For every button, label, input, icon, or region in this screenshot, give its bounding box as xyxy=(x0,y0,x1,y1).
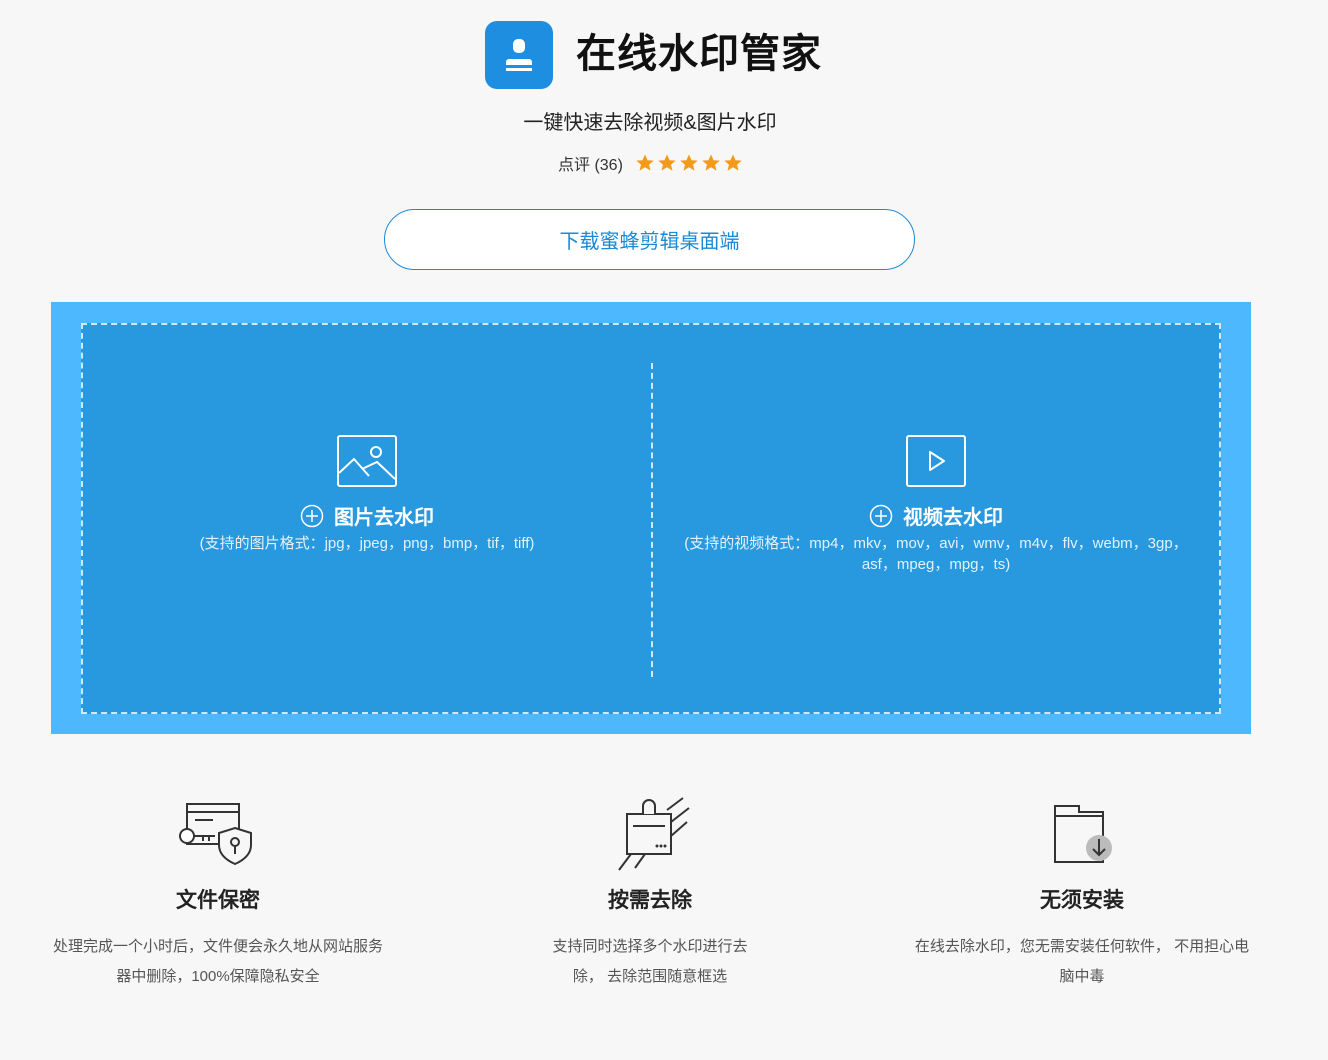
plus-circle-icon xyxy=(869,504,893,527)
video-watermark-zone[interactable]: 视频去水印 (支持的视频格式：mp4，mkv，mov，avi，wmv，m4v，f… xyxy=(653,325,1219,712)
feature-no-install: 无须安装 在线去除水印，您无需安装任何软件， 不用担心电脑中毒 xyxy=(912,796,1252,992)
feature-desc: 支持同时选择多个水印进行去除， 去除范围随意框选 xyxy=(552,938,748,985)
upload-dropzone: 图片去水印 (支持的图片格式：jpg，jpeg，png，bmp，tif，tiff… xyxy=(81,323,1221,714)
app-title: 在线水印管家 xyxy=(576,32,822,76)
page: 在线水印管家 一键快速去除视频&图片水印 点评 (36) 下载蜜蜂剪辑桌面端 图… xyxy=(0,0,1328,1060)
star-icon xyxy=(724,154,742,171)
star-icon xyxy=(702,154,720,171)
star-icon xyxy=(636,154,654,171)
image-watermark-title[interactable]: 图片去水印 xyxy=(83,501,651,530)
secure-file-icon xyxy=(179,803,252,866)
tagline: 一键快速去除视频&图片水印 xyxy=(523,112,777,134)
feature-title: 无须安装 xyxy=(1040,889,1124,912)
rating-label: 点评 (36) xyxy=(558,157,623,174)
feature-selective-removal: 按需去除 支持同时选择多个水印进行去除， 去除范围随意框选 xyxy=(480,796,820,992)
image-watermark-label: 图片去水印 xyxy=(334,507,434,529)
star-rating xyxy=(635,153,743,173)
feature-title: 按需去除 xyxy=(608,889,692,912)
star-icon xyxy=(680,154,698,171)
feature-privacy: 文件保密 处理完成一个小时后，文件便会永久地从网站服务器中删除，100%保障隐私… xyxy=(48,796,388,992)
app-logo-icon xyxy=(485,21,553,89)
star-icon xyxy=(658,154,676,171)
image-formats-text: (支持的图片格式：jpg，jpeg，png，bmp，tif，tiff) xyxy=(199,535,535,552)
feature-desc: 处理完成一个小时后，文件便会永久地从网站服务器中删除，100%保障隐私安全 xyxy=(52,938,383,985)
video-watermark-title[interactable]: 视频去水印 xyxy=(653,501,1219,530)
plus-circle-icon xyxy=(300,504,324,527)
image-icon xyxy=(337,435,397,487)
image-watermark-zone[interactable]: 图片去水印 (支持的图片格式：jpg，jpeg，png，bmp，tif，tiff… xyxy=(83,325,651,712)
stamp-icon xyxy=(618,797,690,871)
rating: 点评 (36) xyxy=(558,151,743,175)
download-desktop-button[interactable]: 下载蜜蜂剪辑桌面端 xyxy=(384,209,915,270)
video-watermark-label: 视频去水印 xyxy=(903,507,1003,529)
play-icon xyxy=(906,435,966,487)
folder-download-icon xyxy=(1054,805,1112,863)
feature-desc: 在线去除水印，您无需安装任何软件， 不用担心电脑中毒 xyxy=(914,938,1250,985)
video-formats-text: (支持的视频格式：mp4，mkv，mov，avi，wmv，m4v，flv，web… xyxy=(684,535,1188,573)
upload-panel: 图片去水印 (支持的图片格式：jpg，jpeg，png，bmp，tif，tiff… xyxy=(51,302,1251,734)
feature-title: 文件保密 xyxy=(176,889,260,912)
